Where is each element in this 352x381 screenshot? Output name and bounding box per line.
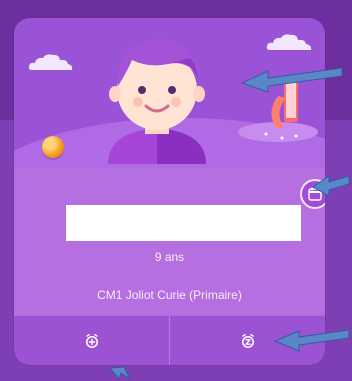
cloud-icon bbox=[28, 54, 73, 70]
screen-frame: 9 ans CM1 Joliot Curie (Primaire) bbox=[0, 0, 352, 381]
ball-icon bbox=[42, 136, 64, 158]
age-label: 9 ans bbox=[154, 250, 185, 264]
arrow-indicator bbox=[109, 366, 132, 381]
alarm-z-icon bbox=[241, 333, 254, 348]
name-field[interactable] bbox=[66, 205, 301, 241]
add-alarm-button[interactable] bbox=[14, 316, 169, 365]
alarm-plus-icon bbox=[85, 333, 98, 348]
arrow-indicator bbox=[273, 329, 350, 352]
arrow-indicator bbox=[240, 67, 343, 93]
cloud-icon bbox=[266, 34, 312, 50]
arrow-indicator bbox=[312, 175, 350, 197]
avatar[interactable] bbox=[98, 24, 216, 164]
class-label: CM1 Joliot Curie (Primaire) bbox=[97, 288, 242, 302]
